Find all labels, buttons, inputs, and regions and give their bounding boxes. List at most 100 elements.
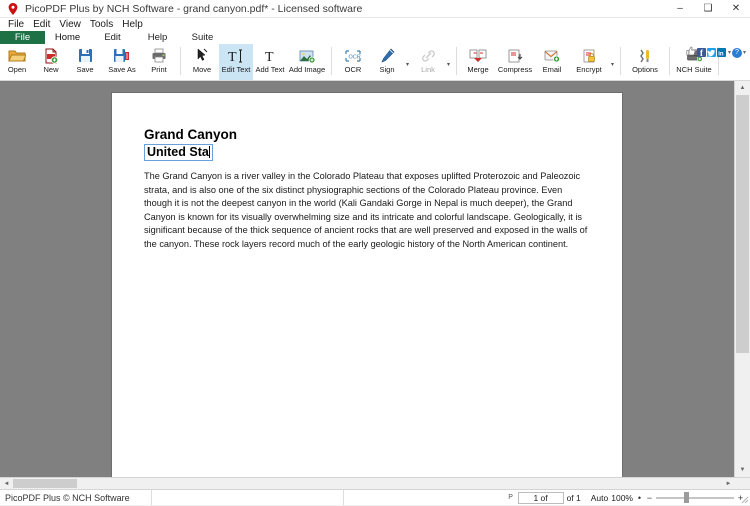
toolbar-group-options: Options (625, 44, 665, 80)
new-button[interactable]: New (34, 44, 68, 80)
horizontal-scroll-thumb[interactable] (13, 479, 77, 488)
document-viewport[interactable]: Grand Canyon United Sta The Grand Canyon… (0, 81, 734, 477)
menu-edit[interactable]: Edit (29, 18, 55, 31)
menu-tools[interactable]: Tools (86, 18, 118, 31)
pdf-page[interactable]: Grand Canyon United Sta The Grand Canyon… (112, 93, 622, 477)
maximize-button[interactable]: ❑ (694, 0, 722, 17)
page-number-input[interactable]: 1 of (518, 492, 564, 504)
save-label: Save (76, 65, 93, 74)
vertical-scroll-thumb[interactable] (736, 95, 749, 353)
scroll-left-arrow-icon[interactable]: ◄ (0, 478, 13, 489)
tab-bar-filler (225, 31, 750, 44)
close-button[interactable]: ✕ (722, 0, 750, 17)
resize-grip-icon[interactable] (740, 495, 749, 504)
merge-label: Merge (467, 65, 488, 74)
scroll-down-arrow-icon[interactable]: ▼ (735, 463, 750, 477)
toolbar-divider-3 (456, 47, 457, 75)
zoom-dot-icon: • (636, 493, 643, 503)
save-as-label: Save As (108, 65, 136, 74)
open-label: Open (8, 65, 26, 74)
add-image-button[interactable]: Add Image (287, 44, 327, 80)
document-subheading: United Sta (147, 145, 209, 159)
zoom-slider-knob[interactable] (684, 492, 689, 503)
save-as-button[interactable]: Save As (102, 44, 142, 80)
facebook-icon[interactable]: f (697, 48, 706, 57)
thumbs-up-icon[interactable] (686, 46, 696, 59)
toolbar-group-file-actions: Merge Compress (461, 44, 616, 80)
toolbar-divider-1 (180, 47, 181, 75)
scroll-up-arrow-icon[interactable]: ▲ (735, 81, 750, 95)
text-caret (209, 146, 210, 158)
menu-file[interactable]: File (4, 18, 29, 31)
tab-suite[interactable]: Suite (180, 31, 225, 44)
link-button[interactable]: Link (411, 44, 445, 80)
email-icon (544, 46, 560, 65)
compress-button[interactable]: Compress (495, 44, 535, 80)
toolbar-divider-4 (620, 47, 621, 75)
vertical-scroll-track[interactable] (735, 95, 750, 463)
linkedin-icon[interactable]: in (717, 48, 726, 57)
minimize-button[interactable]: – (666, 0, 694, 17)
twitter-icon[interactable] (707, 48, 716, 57)
social-caret-icon[interactable]: ▾ (728, 49, 731, 56)
title-bar: PicoPDF Plus by NCH Software - grand can… (0, 0, 750, 18)
tab-help[interactable]: Help (135, 31, 180, 44)
open-button[interactable]: Open (0, 44, 34, 80)
email-button[interactable]: Email (535, 44, 569, 80)
text-edit-box[interactable]: United Sta (144, 144, 213, 161)
sign-dropdown-caret[interactable]: ▾ (404, 44, 411, 80)
help-caret-icon[interactable]: ▾ (743, 49, 746, 56)
merge-icon (469, 46, 487, 65)
options-button[interactable]: Options (625, 44, 665, 80)
page-prev-label[interactable]: P (507, 494, 515, 501)
edit-text-button[interactable]: T Edit Text (219, 44, 253, 80)
menu-view[interactable]: View (55, 18, 86, 31)
ocr-label: OCR (345, 65, 362, 74)
zoom-mode-label[interactable]: Auto (591, 493, 609, 503)
scrollbar-corner (735, 478, 750, 489)
ocr-button[interactable]: OCR OCR (336, 44, 370, 80)
vertical-scrollbar[interactable]: ▲ ▼ (734, 81, 750, 477)
location-pin-icon (5, 0, 21, 17)
pen-sign-icon (380, 46, 395, 65)
link-dropdown-caret[interactable]: ▾ (445, 44, 452, 80)
svg-text:f: f (700, 48, 704, 57)
horizontal-scroll-track[interactable] (13, 478, 722, 489)
move-button[interactable]: Move (185, 44, 219, 80)
floppy-disk-icon (78, 46, 93, 65)
add-text-label: Add Text (255, 65, 284, 74)
sign-label: Sign (379, 65, 394, 74)
ocr-icon: OCR (344, 46, 362, 65)
menu-help[interactable]: Help (118, 18, 148, 31)
print-button[interactable]: Print (142, 44, 176, 80)
workspace: Grand Canyon United Sta The Grand Canyon… (0, 81, 750, 477)
options-tools-icon (637, 46, 653, 65)
zoom-out-button[interactable]: − (646, 493, 653, 503)
document-heading: Grand Canyon (144, 127, 590, 143)
svg-text:OCR: OCR (349, 54, 361, 60)
encrypt-dropdown-caret[interactable]: ▾ (609, 44, 616, 80)
scroll-right-arrow-icon[interactable]: ► (722, 478, 735, 489)
merge-button[interactable]: Merge (461, 44, 495, 80)
sign-button[interactable]: Sign (370, 44, 404, 80)
add-text-button[interactable]: T Add Text (253, 44, 287, 80)
toolbar-divider-5 (669, 47, 670, 75)
social-links: f in ▾ ? ▾ (686, 46, 746, 59)
svg-text:T: T (228, 50, 237, 63)
tab-file[interactable]: File (0, 31, 45, 44)
new-label: New (43, 65, 58, 74)
svg-text:in: in (718, 52, 724, 58)
picopdf-window: PicoPDF Plus by NCH Software - grand can… (0, 0, 750, 505)
encrypt-button[interactable]: Encrypt (569, 44, 609, 80)
add-text-icon: T (263, 46, 277, 65)
page-total-label: of 1 (567, 493, 581, 503)
save-button[interactable]: Save (68, 44, 102, 80)
toolbar-group-tools: OCR OCR Sign ▾ (336, 44, 452, 80)
tab-edit[interactable]: Edit (90, 31, 135, 44)
page-navigation: P 1 of of 1 (507, 492, 591, 504)
help-icon[interactable]: ? (732, 48, 742, 58)
tab-home[interactable]: Home (45, 31, 90, 44)
horizontal-scrollbar[interactable]: ◄ ► (0, 477, 750, 489)
zoom-slider[interactable] (656, 492, 734, 503)
print-label: Print (151, 65, 166, 74)
